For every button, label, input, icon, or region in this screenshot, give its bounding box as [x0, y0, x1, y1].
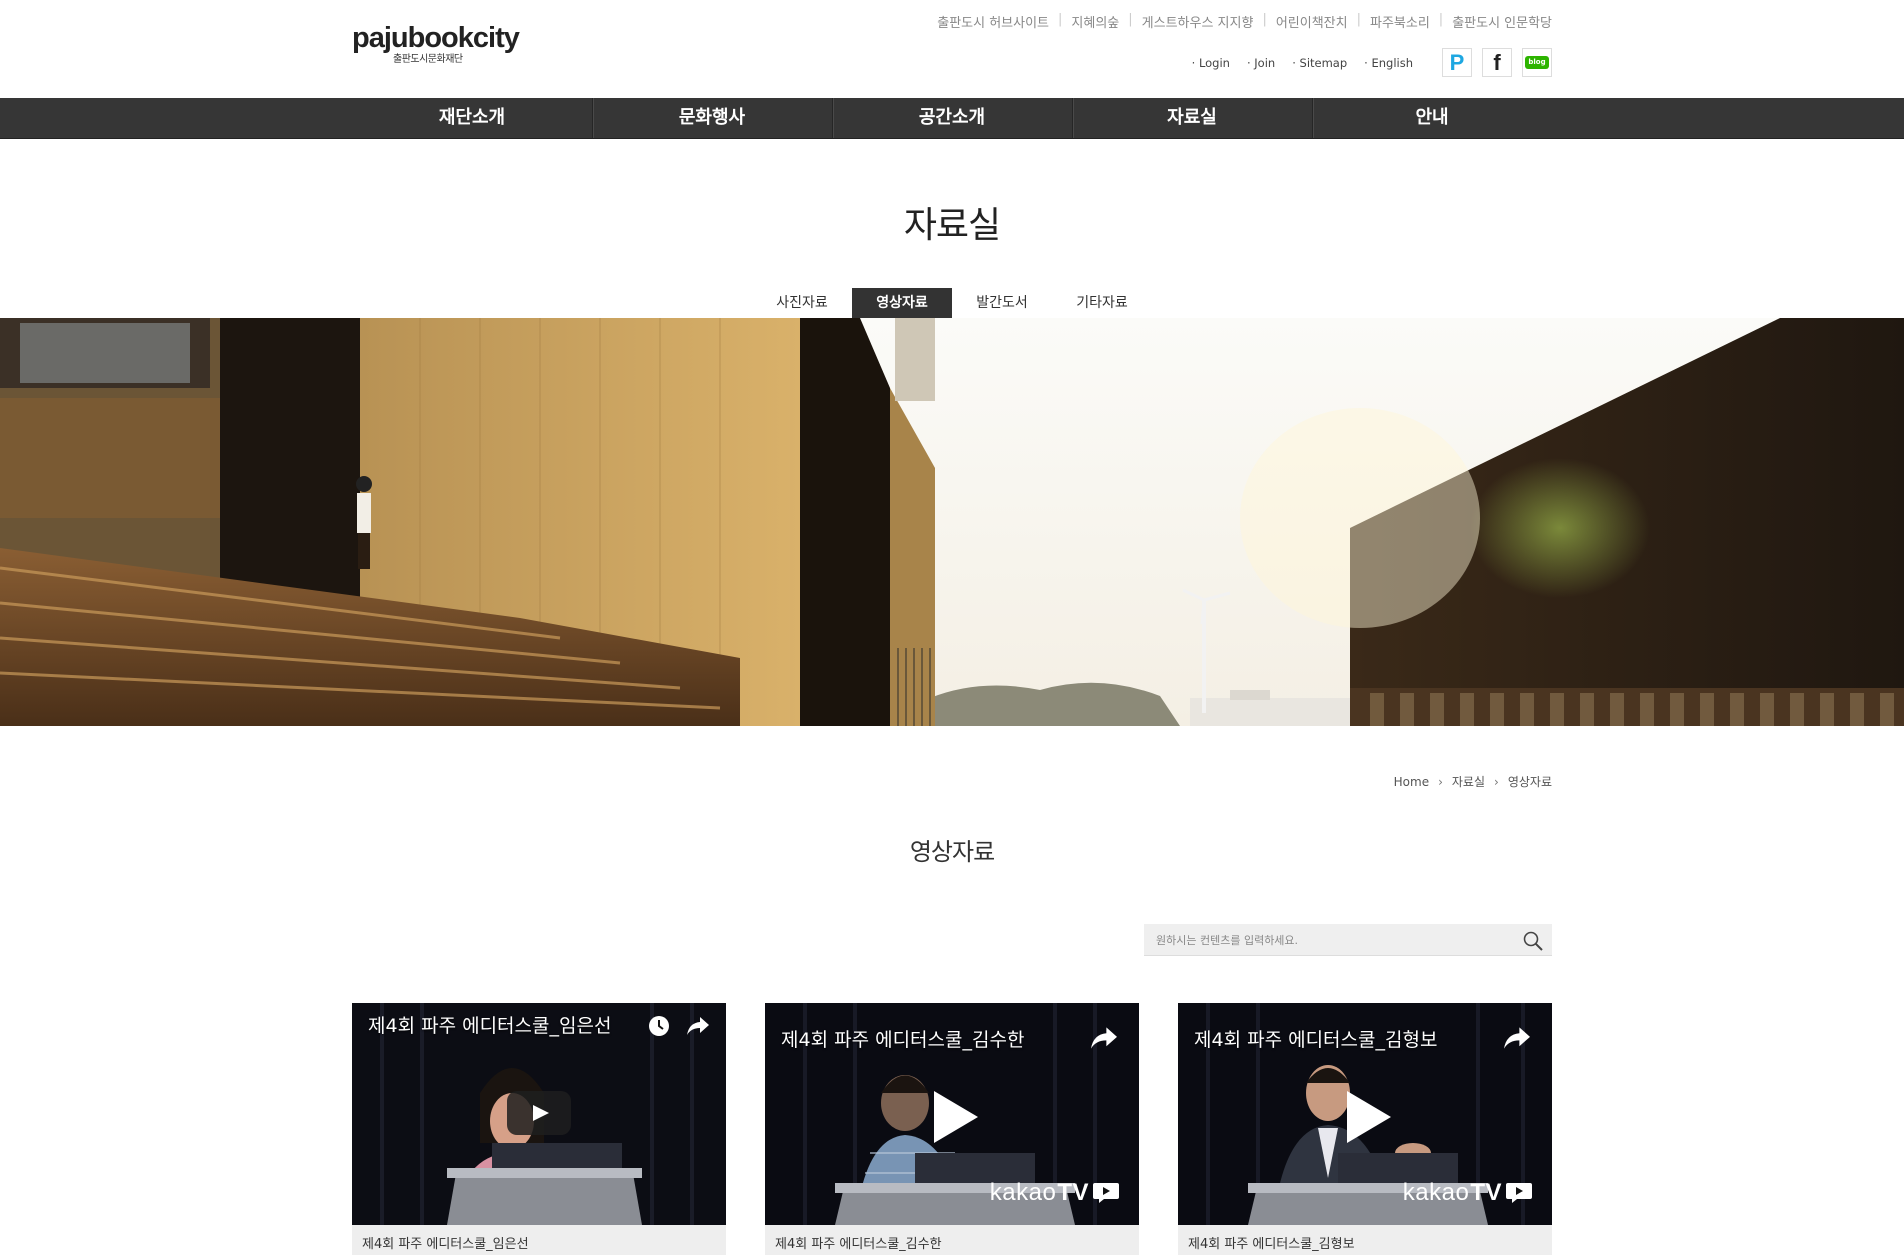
video-caption[interactable]: 제4회 파주 에디터스쿨_임은선: [352, 1225, 726, 1255]
section-title: 영상자료: [909, 838, 995, 866]
chevron-right-icon: ›: [1438, 774, 1443, 789]
video-card[interactable]: 제4회 파주 에디터스쿨_김수한 kakao TV 제4회 파주 에디터스쿨_김수…: [765, 1003, 1139, 1255]
kakaotv-wordmark: kakao: [1402, 1179, 1470, 1206]
video-caption[interactable]: 제4회 파주 에디터스쿨_김수한: [765, 1225, 1139, 1255]
play-icon[interactable]: [1343, 1089, 1393, 1149]
nav-archive[interactable]: 자료실: [1072, 98, 1312, 138]
breadcrumb-home[interactable]: Home: [1394, 775, 1429, 789]
kakaotv-icon: [1093, 1183, 1119, 1203]
video-title: 제4회 파주 에디터스쿨_김수한: [781, 1029, 1025, 1051]
play-icon[interactable]: [930, 1089, 980, 1149]
search-input[interactable]: [1144, 924, 1518, 956]
divider: |: [1438, 12, 1444, 27]
tab-others[interactable]: 기타자료: [1052, 288, 1152, 318]
divider: |: [1128, 12, 1133, 27]
main-navigation: 재단소개 문화행사 공간소개 자료실 안내: [0, 98, 1904, 139]
video-list: 제4회 파주 에디터스쿨_임은선 제4회 파주 에디터스쿨_임은선 제4회 파주…: [352, 1003, 1552, 1255]
breadcrumb-archive[interactable]: 자료실: [1452, 773, 1485, 790]
facebook-icon[interactable]: f: [1482, 48, 1512, 77]
tab-videos[interactable]: 영상자료: [852, 288, 952, 318]
play-button[interactable]: [507, 1091, 571, 1135]
utility-menu: Login Join Sitemap English P f blog: [1192, 48, 1552, 77]
sub-tabs: 사진자료 영상자료 발간도서 기타자료: [0, 288, 1904, 318]
kakaotv-wordmark-bold: TV: [1470, 1179, 1502, 1206]
join-link[interactable]: Join: [1247, 56, 1275, 70]
video-thumbnail[interactable]: 제4회 파주 에디터스쿨_김수한 kakao TV: [765, 1003, 1139, 1225]
hero-banner-image: [0, 318, 1904, 726]
video-thumbnail[interactable]: 제4회 파주 에디터스쿨_임은선: [352, 1003, 726, 1225]
toplink-forest[interactable]: 지혜의숲: [1071, 12, 1119, 31]
breadcrumb-current: 영상자료: [1507, 775, 1552, 789]
breadcrumb: Home › 자료실 › 영상자료: [1394, 773, 1552, 790]
nav-events[interactable]: 문화행사: [592, 98, 832, 138]
video-thumbnail[interactable]: 제4회 파주 에디터스쿨_김형보 kakao TV: [1178, 1003, 1552, 1225]
naver-post-glyph: P: [1449, 49, 1465, 75]
tab-publications[interactable]: 발간도서: [952, 288, 1052, 318]
page-title: 자료실: [903, 205, 1001, 246]
clock-icon[interactable]: [648, 1015, 670, 1041]
logo-subtitle: 출판도시문화재단: [393, 54, 463, 65]
share-icon[interactable]: [1089, 1025, 1119, 1055]
english-link[interactable]: English: [1364, 56, 1413, 70]
kakaotv-logo: kakao TV: [1403, 1179, 1532, 1207]
toplink-booksori[interactable]: 파주북소리: [1370, 12, 1430, 31]
chevron-right-icon: ›: [1494, 774, 1499, 789]
kakaotv-icon: [1506, 1183, 1532, 1203]
toplink-hub[interactable]: 출판도시 허브사이트: [937, 12, 1049, 31]
logo-wordmark: pajubookcity: [352, 22, 520, 54]
facebook-glyph: f: [1493, 49, 1501, 75]
divider: |: [1058, 12, 1063, 27]
tab-photos[interactable]: 사진자료: [752, 288, 852, 318]
search-icon[interactable]: [1522, 930, 1544, 952]
hero-illustration: [0, 318, 1904, 726]
video-title: 제4회 파주 에디터스쿨_김형보: [1194, 1029, 1438, 1051]
video-caption[interactable]: 제4회 파주 에디터스쿨_김형보: [1178, 1225, 1552, 1255]
video-card[interactable]: 제4회 파주 에디터스쿨_김형보 kakao TV 제4회 파주 에디터스쿨_김형…: [1178, 1003, 1552, 1255]
nav-info[interactable]: 안내: [1312, 98, 1552, 138]
site-logo[interactable]: pajubookcity 출판도시문화재단: [352, 22, 520, 66]
nav-foundation[interactable]: 재단소개: [352, 98, 592, 138]
sitemap-link[interactable]: Sitemap: [1292, 56, 1348, 70]
toplink-humanities[interactable]: 출판도시 인문학당: [1452, 12, 1552, 31]
login-link[interactable]: Login: [1192, 56, 1230, 70]
kakaotv-wordmark-bold: TV: [1057, 1179, 1089, 1206]
video-card[interactable]: 제4회 파주 에디터스쿨_임은선 제4회 파주 에디터스쿨_임은선: [352, 1003, 726, 1255]
nav-spaces[interactable]: 공간소개: [832, 98, 1072, 138]
naver-post-icon[interactable]: P: [1442, 48, 1472, 77]
toplink-children-fair[interactable]: 어린이책잔치: [1276, 12, 1348, 31]
toplink-guesthouse[interactable]: 게스트하우스 지지향: [1142, 12, 1254, 31]
search-box: [1144, 924, 1552, 956]
naver-blog-glyph: blog: [1525, 56, 1549, 69]
family-site-links: 출판도시 허브사이트 | 지혜의숲 | 게스트하우스 지지향 | 어린이책잔치 | 파주…: [937, 12, 1552, 31]
share-icon[interactable]: [1502, 1025, 1532, 1055]
share-icon[interactable]: [686, 1015, 710, 1041]
kakaotv-logo: kakao TV: [990, 1179, 1119, 1207]
naver-blog-icon[interactable]: blog: [1522, 48, 1552, 77]
divider: |: [1262, 12, 1267, 27]
kakaotv-wordmark: kakao: [989, 1179, 1057, 1206]
video-title: 제4회 파주 에디터스쿨_임은선: [368, 1015, 612, 1037]
divider: |: [1356, 12, 1361, 27]
